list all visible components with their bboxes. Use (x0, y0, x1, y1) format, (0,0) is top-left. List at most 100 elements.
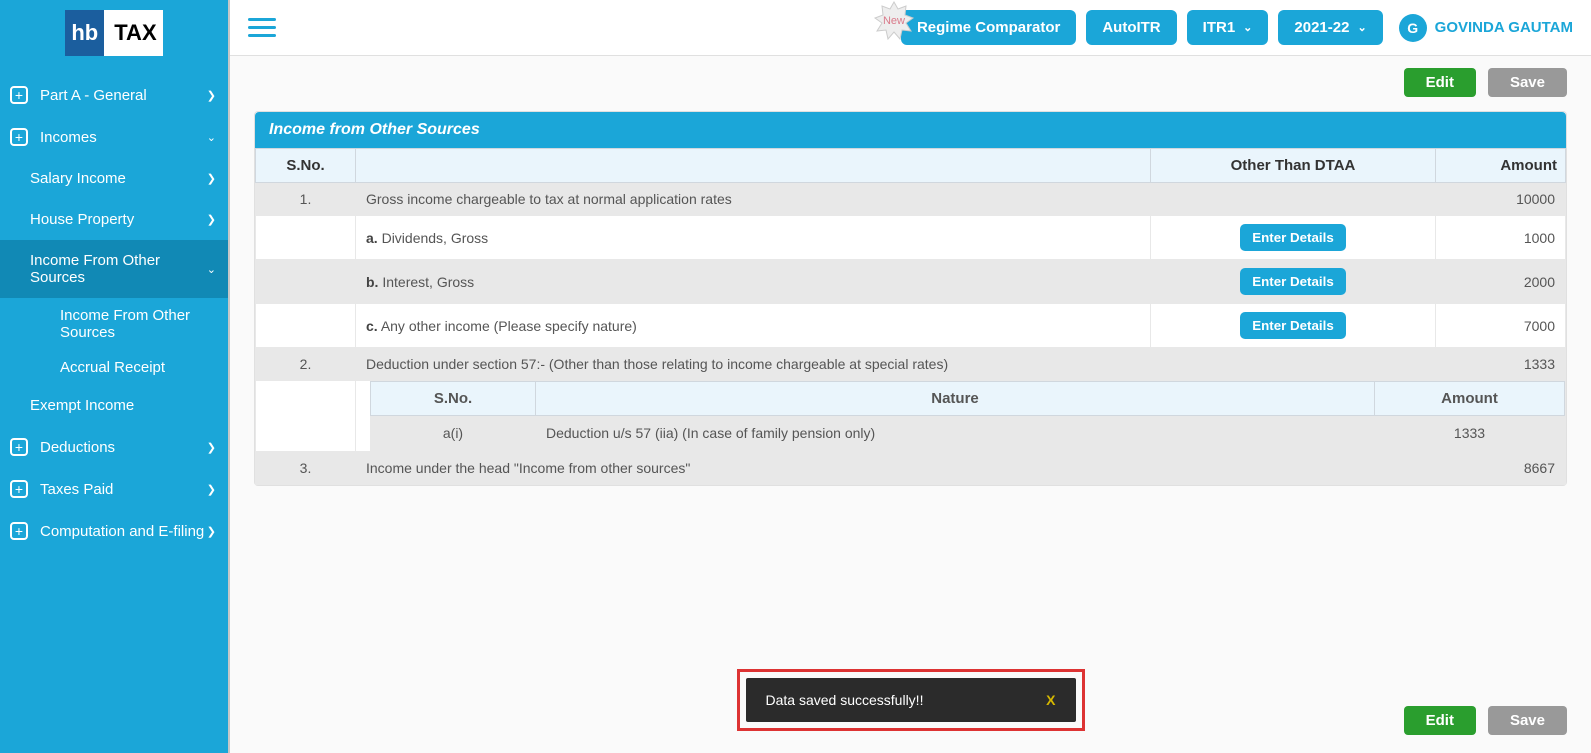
cell-desc: a. Dividends, Gross (356, 216, 1151, 260)
cell-desc: Income under the head "Income from other… (356, 452, 1151, 485)
save-button-bottom[interactable]: Save (1488, 706, 1567, 735)
sidebar-sub-exempt-income[interactable]: Exempt Income (0, 385, 228, 426)
itr-dropdown[interactable]: ITR1 ⌄ (1187, 10, 1269, 45)
cell-desc: Deduction under section 57:- (Other than… (356, 348, 1151, 381)
enter-details-button[interactable]: Enter Details (1240, 312, 1345, 339)
chevron-down-icon: ⌄ (1357, 21, 1366, 34)
hamburger-icon[interactable] (248, 13, 276, 42)
sub-col-nature: Nature (536, 382, 1375, 416)
cell-amount: 1333 (1375, 416, 1565, 451)
sidebar-item-label: Computation and E-filing (40, 523, 204, 540)
logo-right: TAX (104, 10, 162, 56)
table-row: 2. Deduction under section 57:- (Other t… (256, 348, 1566, 381)
button-label: AutoITR (1102, 19, 1160, 36)
col-header-sno: S.No. (256, 149, 356, 183)
sidebar-item-deductions[interactable]: + Deductions ❯ (0, 426, 228, 468)
enter-details-button[interactable]: Enter Details (1240, 224, 1345, 251)
chevron-right-icon: ❯ (207, 525, 216, 538)
plus-icon: + (10, 480, 28, 498)
cell-sno: a(i) (371, 416, 536, 451)
sidebar-item-computation-efiling[interactable]: + Computation and E-filing ❯ (0, 510, 228, 552)
edit-button[interactable]: Edit (1404, 68, 1476, 97)
sidebar-item-label: Income From Other Sources (30, 252, 207, 286)
sidebar-item-label: Accrual Receipt (60, 359, 165, 376)
cell-sno: 3. (256, 452, 356, 485)
sidebar-item-part-a-general[interactable]: + Part A - General ❯ (0, 74, 228, 116)
cell-desc: c. Any other income (Please specify natu… (356, 304, 1151, 348)
content-area: Edit Save Income from Other Sources S.No… (230, 56, 1591, 753)
plus-icon: + (10, 522, 28, 540)
table-row: a. Dividends, Gross Enter Details 1000 (256, 216, 1566, 260)
sidebar-sub-salary-income[interactable]: Salary Income ❯ (0, 158, 228, 199)
cell-amount: 1333 (1436, 348, 1566, 381)
sidebar: hb TAX + Part A - General ❯ + Incomes ⌄ … (0, 0, 228, 753)
regime-comparator-button[interactable]: Regime Comparator (901, 10, 1076, 45)
table-row: a(i) Deduction u/s 57 (iia) (In case of … (371, 416, 1565, 451)
income-other-sources-panel: Income from Other Sources S.No. Other Th… (254, 111, 1567, 486)
edit-button-bottom[interactable]: Edit (1404, 706, 1476, 735)
cell-amount: 10000 (1436, 183, 1566, 216)
col-header-dtaa: Other Than DTAA (1151, 149, 1436, 183)
table-row: c. Any other income (Please specify natu… (256, 304, 1566, 348)
cell-sno: 1. (256, 183, 356, 216)
button-label: Regime Comparator (917, 19, 1060, 36)
year-dropdown[interactable]: 2021-22 ⌄ (1278, 10, 1382, 45)
close-icon[interactable]: X (1046, 692, 1055, 708)
table-row: 3. Income under the head "Income from ot… (256, 452, 1566, 485)
user-menu[interactable]: G GOVINDA GAUTAM (1399, 14, 1573, 42)
sidebar-item-incomes[interactable]: + Incomes ⌄ (0, 116, 228, 158)
deduction-sub-table: S.No. Nature Amount a(i) Deducti (370, 381, 1565, 451)
cell-nature: Deduction u/s 57 (iia) (In case of famil… (536, 416, 1375, 451)
autoitr-button[interactable]: AutoITR (1086, 10, 1176, 45)
chevron-right-icon: ❯ (207, 483, 216, 496)
sub-col-amount: Amount (1375, 382, 1565, 416)
user-name: GOVINDA GAUTAM (1435, 19, 1573, 36)
sidebar-item-label: House Property (30, 211, 134, 228)
sidebar-subsub-income-other-sources[interactable]: Income From Other Sources (0, 298, 228, 350)
button-label: 2021-22 (1294, 19, 1349, 36)
cell-dtaa (1151, 183, 1436, 216)
avatar: G (1399, 14, 1427, 42)
cell-amount: 1000 (1436, 216, 1566, 260)
toast-highlight-frame: Data saved successfully!! X (737, 669, 1085, 731)
col-header-amount: Amount (1436, 149, 1566, 183)
new-badge: New (873, 0, 915, 42)
chevron-down-icon: ⌄ (207, 131, 216, 144)
sidebar-item-label: Salary Income (30, 170, 126, 187)
cell-sno: 2. (256, 348, 356, 381)
toast-message: Data saved successfully!! (766, 692, 924, 708)
chevron-right-icon: ❯ (207, 213, 216, 226)
sidebar-sub-house-property[interactable]: House Property ❯ (0, 199, 228, 240)
sub-col-sno: S.No. (371, 382, 536, 416)
sidebar-item-label: Deductions (40, 439, 115, 456)
toast-notification: Data saved successfully!! X (746, 678, 1076, 722)
table-row: b. Interest, Gross Enter Details 2000 (256, 260, 1566, 304)
save-button[interactable]: Save (1488, 68, 1567, 97)
cell-amount: 2000 (1436, 260, 1566, 304)
plus-icon: + (10, 128, 28, 146)
sidebar-item-taxes-paid[interactable]: + Taxes Paid ❯ (0, 468, 228, 510)
enter-details-button[interactable]: Enter Details (1240, 268, 1345, 295)
sidebar-item-label: Incomes (40, 129, 97, 146)
sidebar-item-label: Exempt Income (30, 397, 134, 414)
cell-amount: 8667 (1436, 452, 1566, 485)
sidebar-item-label: Taxes Paid (40, 481, 113, 498)
app-logo: hb TAX (0, 0, 228, 74)
sidebar-sub-income-other-sources[interactable]: Income From Other Sources ⌄ (0, 240, 228, 298)
chevron-right-icon: ❯ (207, 441, 216, 454)
chevron-down-icon: ⌄ (1243, 21, 1252, 34)
button-label: ITR1 (1203, 19, 1236, 36)
sidebar-subsub-accrual-receipt[interactable]: Accrual Receipt (0, 350, 228, 385)
plus-icon: + (10, 438, 28, 456)
table-row: 1. Gross income chargeable to tax at nor… (256, 183, 1566, 216)
main-area: New Regime Comparator AutoITR ITR1 ⌄ 202… (228, 0, 1591, 753)
chevron-right-icon: ❯ (207, 172, 216, 185)
cell-amount: 7000 (1436, 304, 1566, 348)
sub-table-row: S.No. Nature Amount a(i) Deducti (256, 381, 1566, 452)
sidebar-item-label: Income From Other Sources (60, 307, 190, 341)
sidebar-item-label: Part A - General (40, 87, 147, 104)
logo-left: hb (65, 10, 104, 56)
plus-icon: + (10, 86, 28, 104)
income-table: S.No. Other Than DTAA Amount 1. Gross in… (255, 148, 1566, 485)
chevron-down-icon: ⌄ (207, 263, 216, 276)
